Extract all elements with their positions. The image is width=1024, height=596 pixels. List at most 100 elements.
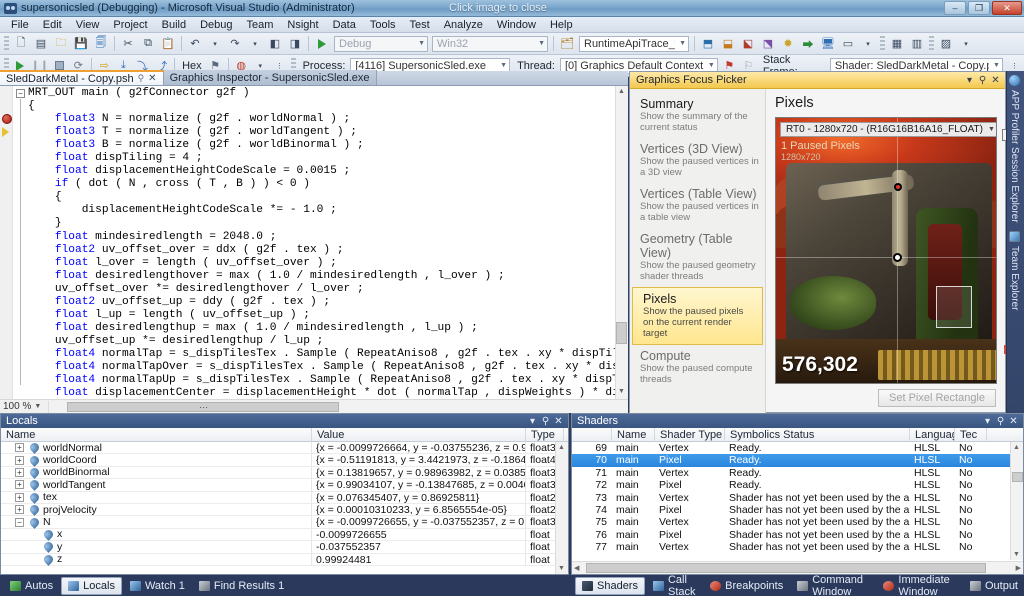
rail-tab-app-profiler[interactable]: APP Profiler Session Explorer bbox=[1007, 71, 1022, 227]
expand-icon[interactable]: + bbox=[15, 455, 24, 465]
bottom-tab-immediate-window[interactable]: Immediate Window bbox=[877, 572, 962, 596]
new-project-icon[interactable]: 🗋 bbox=[12, 35, 30, 53]
scroll-down-icon[interactable]: ▼ bbox=[1013, 551, 1020, 558]
expand-icon[interactable]: + bbox=[15, 467, 24, 477]
column-header-shader-type[interactable]: Shader Type bbox=[655, 427, 725, 442]
bottom-tab-call-stack[interactable]: Call Stack bbox=[647, 572, 702, 596]
table-row[interactable]: 69 main Vertex Ready. HLSL No bbox=[572, 442, 1023, 454]
pixel-selection-rect[interactable] bbox=[936, 286, 972, 328]
nsight-launch-icon[interactable]: ⬒ bbox=[699, 35, 717, 53]
source-code-text[interactable]: MRT_OUT main ( g2fConnector g2f ){ float… bbox=[28, 86, 628, 399]
column-header-name[interactable]: Name bbox=[1, 427, 312, 442]
toolbar-grip[interactable] bbox=[880, 35, 885, 52]
breakpoint-icon[interactable] bbox=[2, 114, 12, 124]
close-icon[interactable]: ✕ bbox=[148, 73, 156, 84]
code-editor[interactable]: − MRT_OUT main ( g2fConnector g2f ){ flo… bbox=[0, 86, 628, 399]
bottom-tab-autos[interactable]: Autos bbox=[4, 578, 59, 594]
menu-data[interactable]: Data bbox=[326, 18, 363, 32]
table-row[interactable]: 76 main Pixel Shader has not yet been used … bbox=[572, 529, 1023, 541]
table-row[interactable]: − N {x = -0.0099726655, y = -0.037552357, … bbox=[1, 515, 568, 529]
locals-value-cell[interactable]: {x = 0.00010310233, y = 6.8565554e-05} bbox=[312, 503, 526, 516]
scroll-up-icon[interactable]: ▲ bbox=[1013, 444, 1020, 451]
undo-icon[interactable]: ↶ bbox=[186, 35, 204, 53]
expand-icon[interactable]: + bbox=[15, 480, 24, 490]
column-header-value[interactable]: Value bbox=[312, 427, 526, 442]
trace-session-icon[interactable]: 🗂 bbox=[558, 35, 576, 53]
close-icon[interactable]: ✕ bbox=[1007, 416, 1020, 427]
table-row[interactable]: 72 main Pixel Ready. HLSL No bbox=[572, 479, 1023, 491]
tab-sleddarkmetal-psh[interactable]: SledDarkMetal - Copy.psh ⚲ ✕ bbox=[0, 70, 164, 85]
collapse-icon[interactable]: − bbox=[15, 517, 24, 527]
toolbar-grip[interactable] bbox=[4, 35, 9, 52]
menu-analyze[interactable]: Analyze bbox=[437, 18, 490, 32]
rail-tab-team-explorer[interactable]: Team Explorer bbox=[1007, 227, 1022, 314]
picker-item-pixels[interactable]: Pixels Show the paused pixels on the cur… bbox=[632, 287, 763, 345]
menu-team[interactable]: Team bbox=[240, 18, 281, 32]
scroll-right-icon[interactable]: ▶ bbox=[1016, 564, 1021, 572]
locals-value-cell[interactable]: {x = -0.51191813, y = 3.4421973, z = -0.… bbox=[312, 454, 526, 466]
scroll-thumb[interactable] bbox=[616, 322, 627, 344]
scroll-up-icon[interactable]: ▲ bbox=[558, 444, 565, 451]
navigate-backward-icon[interactable]: ◧ bbox=[266, 35, 284, 53]
menu-debug[interactable]: Debug bbox=[193, 18, 239, 32]
bottom-tab-watch-1[interactable]: Watch 1 bbox=[124, 578, 191, 594]
table-row[interactable]: + projVelocity {x = 0.00010310233, y = 6.8… bbox=[1, 503, 568, 517]
scroll-left-icon[interactable]: ◀ bbox=[574, 564, 579, 572]
table-row[interactable]: y -0.037552357 float bbox=[1, 540, 568, 554]
navigate-forward-icon[interactable]: ◨ bbox=[286, 35, 304, 53]
bottom-tab-shaders[interactable]: Shaders bbox=[575, 577, 645, 595]
editor-fold-margin[interactable]: − bbox=[14, 86, 28, 399]
table-row[interactable]: + worldCoord {x = -0.51191813, y = 3.44219… bbox=[1, 453, 568, 467]
render-target-combo[interactable]: RT0 - 1280x720 - (R16G16B16A16_FLOAT) ▼ bbox=[780, 122, 996, 137]
pin-icon[interactable]: ⚲ bbox=[539, 416, 552, 427]
picker-item-compute[interactable]: Compute Show the paused compute threads bbox=[630, 345, 765, 390]
menu-tools[interactable]: Tools bbox=[363, 18, 403, 32]
table-row[interactable]: 74 main Pixel Shader has not yet been used … bbox=[572, 504, 1023, 516]
minimize-button[interactable]: – bbox=[944, 1, 966, 15]
nsight-dropdown-icon[interactable]: ▾ bbox=[859, 35, 877, 53]
bottom-tab-find-results-1[interactable]: Find Results 1 bbox=[193, 578, 290, 594]
table-row[interactable]: 70 main Pixel Ready. HLSL No bbox=[572, 454, 1023, 467]
undo-dropdown-icon[interactable]: ▾ bbox=[206, 35, 224, 53]
redo-dropdown-icon[interactable]: ▾ bbox=[246, 35, 264, 53]
scroll-down-icon[interactable]: ▼ bbox=[617, 388, 626, 397]
picker-item-geometry-table[interactable]: Geometry (Table View) Show the paused ge… bbox=[630, 228, 765, 287]
close-button[interactable]: ✕ bbox=[992, 1, 1022, 15]
table-row[interactable]: + worldNormal {x = -0.0099726664, y = -0.0… bbox=[1, 441, 568, 455]
nsight-resume-icon[interactable]: ⮕ bbox=[799, 35, 817, 53]
pin-icon[interactable]: ⚲ bbox=[976, 75, 989, 86]
menu-test[interactable]: Test bbox=[403, 18, 437, 32]
menu-build[interactable]: Build bbox=[155, 18, 193, 32]
nsight-window-icon[interactable]: ▭ bbox=[839, 35, 857, 53]
start-debug-icon[interactable] bbox=[313, 35, 331, 53]
toolbar-grip[interactable] bbox=[929, 35, 934, 52]
save-icon[interactable]: 💾 bbox=[72, 35, 90, 53]
solution-config-combo[interactable]: Debug ▼ bbox=[334, 35, 428, 52]
column-header-index[interactable] bbox=[572, 427, 612, 442]
column-header-tec[interactable]: Tec bbox=[955, 427, 987, 442]
trace-session-combo[interactable]: RuntimeApiTrace_t ▼ bbox=[579, 35, 689, 52]
layout-split-icon[interactable]: ▥ bbox=[908, 35, 926, 53]
nsight-graphics-icon[interactable]: 🖥 bbox=[819, 35, 837, 53]
locals-value-cell[interactable]: {x = 0.99034107, y = -0.13847685, z = 0.… bbox=[312, 479, 526, 491]
layout-tile-icon[interactable]: ▦ bbox=[888, 35, 906, 53]
paused-pixel-marker-icon[interactable] bbox=[893, 253, 902, 262]
save-all-icon[interactable]: 🗐 bbox=[92, 35, 110, 53]
column-header-type[interactable]: Type bbox=[526, 427, 564, 442]
menu-view[interactable]: View bbox=[69, 18, 107, 32]
picker-item-vertices-3d[interactable]: Vertices (3D View) Show the paused verti… bbox=[630, 138, 765, 183]
chevron-down-icon[interactable]: ▾ bbox=[981, 416, 994, 427]
paste-icon[interactable]: 📋 bbox=[159, 35, 177, 53]
menu-file[interactable]: File bbox=[4, 18, 36, 32]
scroll-down-icon[interactable]: ▼ bbox=[558, 565, 565, 572]
picker-item-vertices-table[interactable]: Vertices (Table View) Show the paused ve… bbox=[630, 183, 765, 228]
collapse-icon[interactable]: − bbox=[16, 89, 25, 98]
editor-vertical-scrollbar[interactable]: ▲ ▼ bbox=[615, 86, 628, 399]
bottom-tab-output[interactable]: Output bbox=[964, 578, 1024, 594]
locals-vertical-scrollbar[interactable]: ▲ ▼ bbox=[555, 442, 568, 574]
table-row[interactable]: + tex {x = 0.076345407, y = 0.86925811} flo… bbox=[1, 490, 568, 504]
table-row[interactable]: 75 main Vertex Shader has not yet been used… bbox=[572, 516, 1023, 528]
set-pixel-rectangle-button[interactable]: Set Pixel Rectangle bbox=[878, 389, 996, 407]
nsight-attach-icon[interactable]: ⬓ bbox=[719, 35, 737, 53]
restore-button[interactable]: ❐ bbox=[968, 1, 990, 15]
